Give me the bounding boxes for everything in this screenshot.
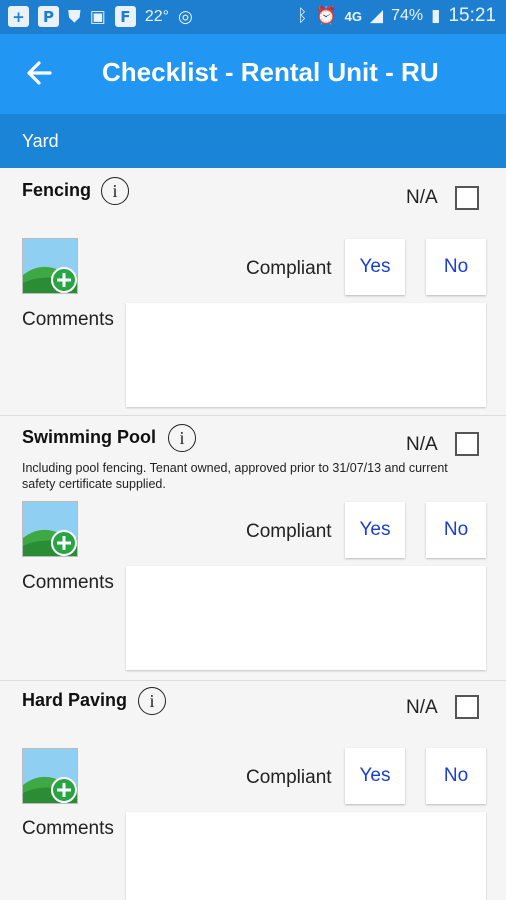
status-notifications: + P ⛊ ▣ F 22° ◎ [8, 6, 193, 27]
add-photo-icon [23, 239, 77, 293]
checklist-item-fencing: Fencing i N/A Compliant Yes No Comments [0, 177, 506, 416]
compliant-label: Compliant [246, 521, 332, 542]
compliant-label: Compliant [246, 258, 332, 279]
divider [0, 415, 506, 416]
info-icon[interactable]: i [138, 687, 166, 715]
info-icon[interactable]: i [168, 424, 196, 452]
battery-icon: ▮ [431, 6, 441, 26]
comments-input[interactable] [126, 812, 486, 900]
no-button[interactable]: No [426, 748, 486, 804]
comments-label: Comments [22, 309, 114, 330]
na-label: N/A [406, 697, 438, 718]
signal-icon: ◢ [369, 6, 384, 26]
na-checkbox[interactable] [455, 186, 479, 210]
checklist-item-hard-paving: Hard Paving i N/A Compliant Yes No Comme… [0, 687, 506, 900]
back-arrow-icon[interactable] [22, 56, 56, 90]
compliant-label: Compliant [246, 767, 332, 788]
add-photo-button[interactable] [22, 238, 78, 294]
info-icon[interactable]: i [101, 177, 129, 205]
chat-notification-icon: P [38, 6, 59, 27]
temperature: 22° [144, 7, 170, 25]
divider [0, 680, 506, 681]
status-system: ᛒ ⏰ 4G ◢ 74% ▮ 15:21 [297, 5, 496, 27]
no-button[interactable]: No [426, 239, 486, 295]
yes-button[interactable]: Yes [345, 239, 405, 295]
item-title: Hard Paving [22, 690, 128, 710]
yes-button[interactable]: Yes [345, 502, 405, 558]
checklist-item-swimming-pool: Swimming Pool i N/A Including pool fenci… [0, 424, 506, 681]
status-bar: + P ⛊ ▣ F 22° ◎ ᛒ ⏰ 4G ◢ 74% ▮ 15:21 [0, 0, 506, 34]
flipboard-icon: F [114, 6, 136, 27]
bluetooth-icon: ᛒ [297, 6, 308, 26]
target-icon: ◎ [178, 6, 193, 27]
network-type: 4G [344, 8, 362, 24]
na-label: N/A [406, 187, 438, 208]
yes-button[interactable]: Yes [345, 748, 405, 804]
item-title: Fencing [22, 180, 92, 200]
gallery-icon: ▣ [89, 6, 106, 27]
na-label: N/A [406, 434, 438, 455]
item-description: Including pool fencing. Tenant owned, ap… [22, 461, 448, 491]
battery-percent: 74% [391, 7, 424, 24]
app-bar: Checklist - Rental Unit - RU [0, 34, 506, 114]
alarm-icon: ⏰ [315, 6, 337, 26]
item-title: Swimming Pool [22, 427, 157, 447]
section-title: Yard [22, 131, 59, 151]
comments-input[interactable] [126, 566, 486, 670]
no-button[interactable]: No [426, 502, 486, 558]
comments-label: Comments [22, 572, 114, 593]
plus-notification-icon: + [8, 6, 29, 27]
page-title: Checklist - Rental Unit - RU [102, 57, 439, 87]
shield-icon: ⛊ [68, 6, 81, 27]
comments-label: Comments [22, 818, 114, 839]
add-photo-button[interactable] [22, 501, 78, 557]
section-header: Yard [0, 114, 506, 168]
na-checkbox[interactable] [455, 432, 479, 456]
add-photo-icon [23, 502, 77, 556]
comments-input[interactable] [126, 303, 486, 407]
na-checkbox[interactable] [455, 695, 479, 719]
clock: 15:21 [448, 5, 496, 26]
add-photo-icon [23, 749, 77, 803]
add-photo-button[interactable] [22, 748, 78, 804]
